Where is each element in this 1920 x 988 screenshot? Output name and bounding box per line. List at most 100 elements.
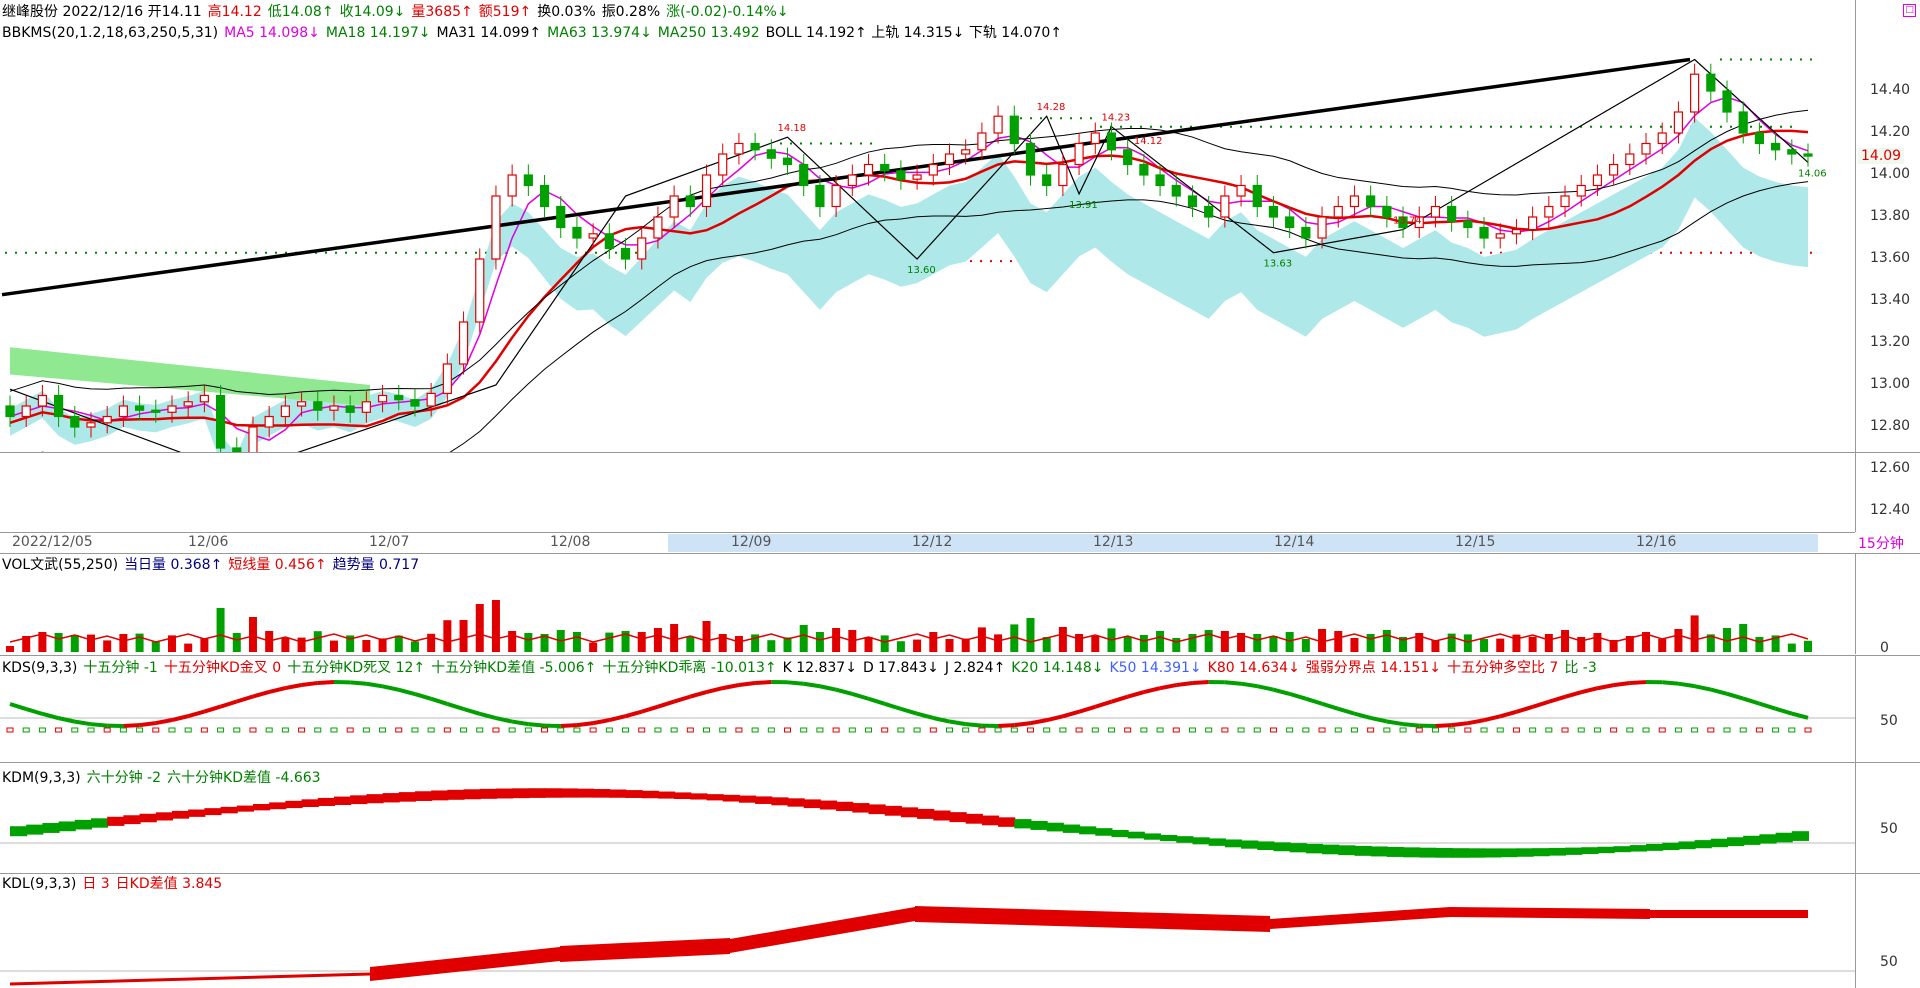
vol-bar [573, 632, 581, 652]
kds-mark [56, 728, 62, 732]
kdm-band [269, 802, 286, 809]
kds-mark [1027, 728, 1033, 732]
vol-bar [703, 621, 711, 652]
vol-bar [1334, 631, 1342, 652]
kds-line [1630, 682, 1646, 683]
vol-bar [1804, 641, 1812, 652]
candle [767, 150, 775, 158]
candle [1707, 74, 1715, 91]
kds-mark [995, 728, 1001, 732]
candle [1642, 144, 1650, 155]
candle [1658, 133, 1666, 144]
kds-line [1614, 683, 1630, 685]
kdm-band [1662, 843, 1679, 850]
kds-mark [1756, 728, 1762, 732]
candle [913, 175, 921, 179]
vol-bar [119, 634, 127, 652]
kds-line [820, 686, 836, 689]
vol-bar [670, 624, 678, 652]
kds-mark [525, 728, 531, 732]
candle [460, 322, 468, 364]
date-label: 12/07 [369, 534, 409, 550]
kds-mark [201, 728, 207, 732]
kdm-band [123, 815, 140, 824]
candle [71, 417, 79, 428]
kds-line [26, 709, 42, 714]
vol-bar [492, 600, 500, 652]
kdl-axis [1855, 874, 1920, 988]
kds-mark [39, 728, 45, 732]
date-label: 12/09 [731, 534, 771, 550]
kds-mark [1335, 728, 1341, 732]
vol-bar [1529, 637, 1537, 652]
candle [638, 238, 646, 259]
kds-line [1516, 707, 1532, 712]
vol-bar [233, 633, 241, 652]
kds-mark [768, 728, 774, 732]
price-annotation: 14.23 [1101, 113, 1130, 124]
kds-mark [88, 728, 94, 732]
kdm-band [1047, 823, 1064, 832]
kdm-band [1597, 847, 1614, 853]
vol-chart [0, 554, 1855, 654]
kdm-band [1079, 826, 1096, 834]
candle [1334, 207, 1342, 218]
kds-line [626, 712, 642, 717]
kdm-band [1225, 839, 1242, 847]
kds-mark [509, 728, 515, 732]
vol-bar [767, 640, 775, 652]
kds-line [1743, 699, 1759, 704]
kdm-band [26, 825, 43, 835]
vol-bar [1350, 638, 1358, 652]
kds-mark [671, 728, 677, 732]
kds-mark [687, 728, 693, 732]
candle [1788, 150, 1796, 154]
vol-bar [589, 643, 597, 652]
candle [330, 406, 338, 410]
vol-bar [314, 631, 322, 652]
vol-bar [654, 628, 662, 652]
kds-mark [1432, 728, 1438, 732]
vol-bar [1059, 627, 1067, 652]
kds-mark [1384, 728, 1390, 732]
kdm-band [1549, 848, 1566, 856]
kds-line [237, 697, 253, 702]
kds-mark [120, 728, 126, 732]
candle [87, 423, 95, 427]
kds-mark [331, 728, 337, 732]
kds-mark [1805, 728, 1811, 732]
candle [1755, 133, 1763, 144]
kds-mark [1659, 728, 1665, 732]
kds-line [302, 683, 318, 685]
kds-mark [396, 728, 402, 732]
kds-line [1678, 684, 1694, 686]
kdm-band [447, 790, 464, 800]
candle [1496, 234, 1504, 238]
kds-tick: 50 [1880, 713, 1898, 729]
price-annotation: 13.91 [1069, 200, 1098, 211]
kds-line [318, 682, 334, 683]
kdm-band [1144, 833, 1161, 839]
kds-mark [1449, 728, 1455, 732]
kds-mark [785, 728, 791, 732]
kdm-band [561, 788, 578, 797]
vol-bar [1691, 615, 1699, 652]
candle [978, 133, 986, 150]
kds-mark [1594, 728, 1600, 732]
period-label[interactable]: 15分钟 [1858, 533, 1904, 553]
kds-line [755, 682, 771, 683]
candle [1188, 196, 1196, 207]
candle [346, 406, 354, 412]
candle [816, 186, 824, 207]
date-label: 12/16 [1636, 534, 1676, 550]
kdm-band [836, 802, 853, 811]
vol-bar [249, 617, 257, 652]
candle [1010, 116, 1018, 143]
candle [1043, 175, 1051, 186]
price-tick: 14.20 [1870, 124, 1910, 140]
vol-ma-line [10, 634, 1808, 642]
vol-bar [281, 638, 289, 652]
price-annotation: 14.28 [1037, 102, 1066, 113]
kds-mark [315, 728, 321, 732]
kds-line [949, 722, 965, 725]
